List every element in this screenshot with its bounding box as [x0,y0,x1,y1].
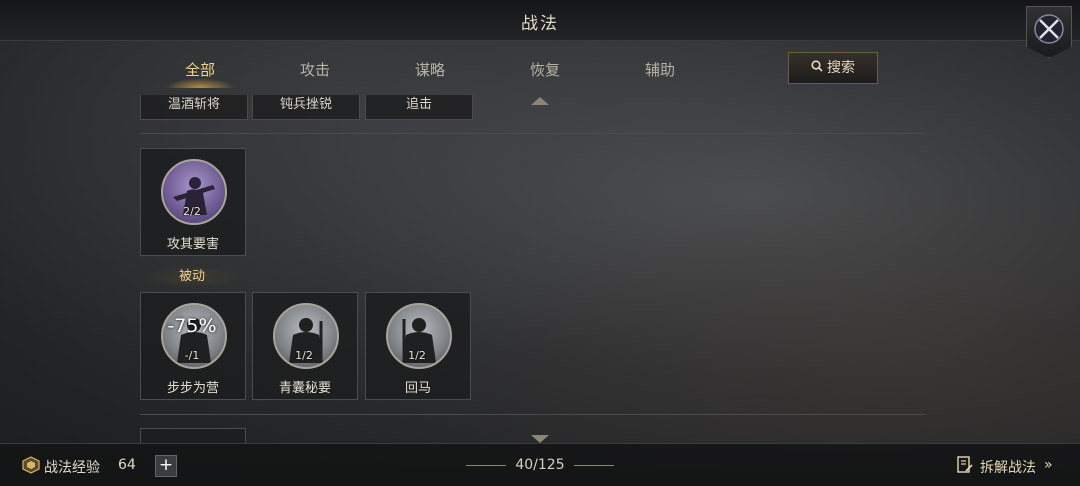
search-icon [811,53,823,83]
chevron-right-icon: » [1044,457,1053,473]
skill-percent: -75% [167,315,217,337]
skill-name: 回马 [404,381,431,396]
close-button[interactable] [1026,6,1072,58]
page-title: 战法 [521,14,559,34]
page-divider-right [574,465,614,466]
skill-card-partial[interactable]: 钝兵挫锐 [252,95,360,120]
decompose-skill-button[interactable]: 拆解战法 » [956,456,1066,476]
crossed-swords-icon [1034,14,1064,44]
tab-attack[interactable]: 攻击 [270,52,360,88]
tab-strategy[interactable]: 谋略 [385,52,475,88]
category-tabs: 全部 攻击 谋略 恢复 辅助 [140,52,780,88]
skill-name: 步步为营 [166,381,219,396]
skill-count: 2/2 [183,205,201,218]
skill-card-partial[interactable]: 追击 [365,95,473,120]
add-exp-button[interactable]: + [155,455,177,477]
search-label: 搜索 [827,60,855,76]
skill-exp-label: 战法经验 [44,460,100,476]
skill-card[interactable]: 2/2 攻其要害 [140,148,246,256]
skill-card[interactable]: -75% -/1 步步为营 [140,292,246,400]
skill-count: 1/2 [295,349,313,362]
tab-recovery[interactable]: 恢复 [500,52,590,88]
search-button[interactable]: 搜索 [788,52,878,84]
skill-count: -/1 [184,349,200,362]
title-bar: 战法 [0,0,1080,41]
skill-count: 1/2 [408,349,426,362]
skill-card[interactable]: 1/2 青囊秘要 [252,292,358,400]
section-divider [140,133,925,134]
tab-support[interactable]: 辅助 [615,52,705,88]
skill-exp-icon [22,456,40,474]
section-divider [140,414,925,415]
skill-exp-value: 64 [118,457,136,473]
tab-all[interactable]: 全部 [155,52,245,88]
scroll-up-icon[interactable] [530,96,550,106]
document-edit-icon [957,456,973,473]
skill-name: 青囊秘要 [278,381,331,396]
skill-card-partial[interactable]: 温酒斩将 [140,95,248,120]
section-label-passive: 被动 [140,266,244,288]
skill-name: 攻其要害 [166,237,219,252]
skill-card[interactable]: 1/2 回马 [365,292,471,400]
bottom-bar: 战法经验 64 + 40/125 拆解战法 » [0,443,1080,486]
decompose-label: 拆解战法 [980,460,1036,476]
